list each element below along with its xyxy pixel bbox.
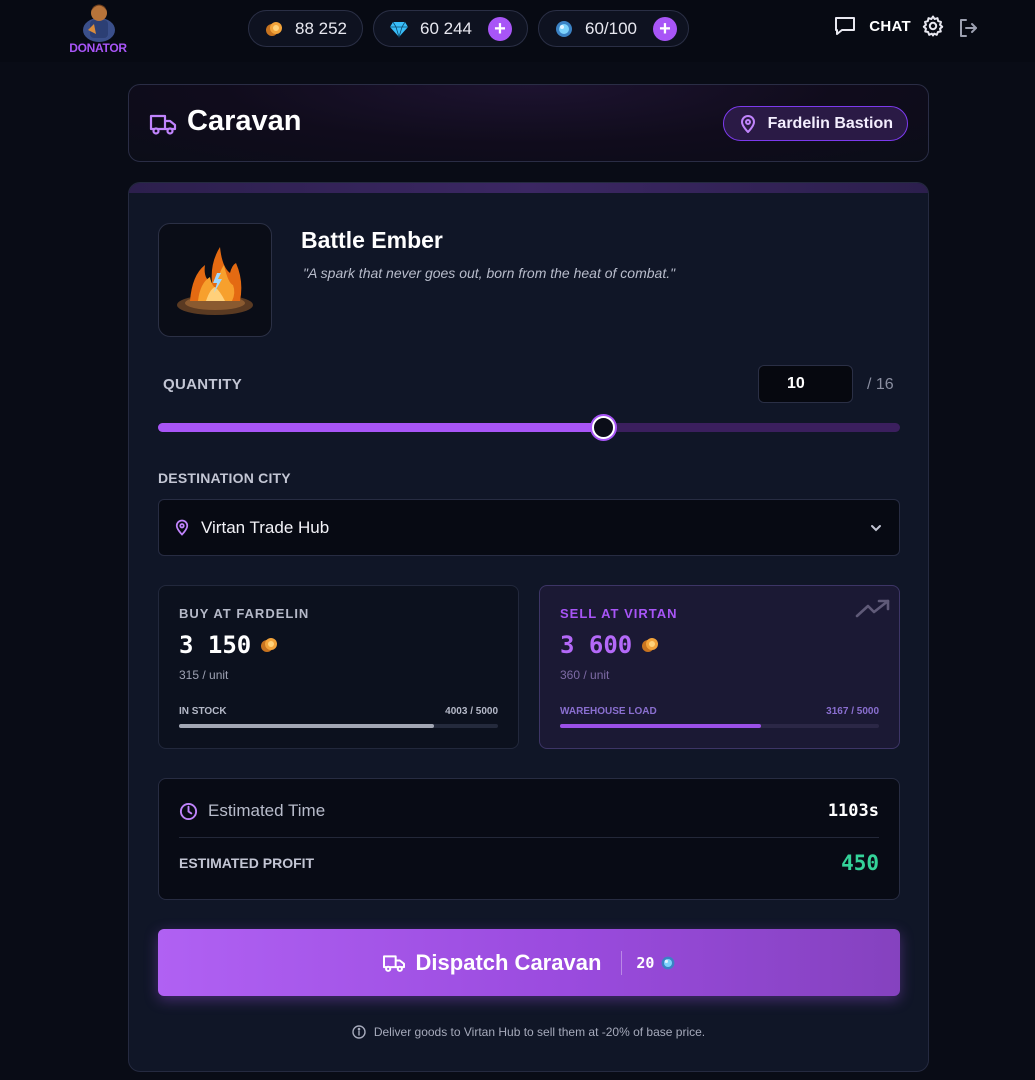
gold-counter: 88 252 xyxy=(248,10,363,47)
stock-bar xyxy=(179,724,498,728)
current-location-badge[interactable]: Fardelin Bastion xyxy=(722,106,908,141)
dispatch-caravan-button[interactable]: Dispatch Caravan 20 xyxy=(158,929,900,996)
truck-icon xyxy=(149,114,177,135)
caravan-header: Caravan Fardelin Bastion xyxy=(128,84,929,162)
dispatch-separator xyxy=(621,950,623,975)
warehouse-bar-labels: WAREHOUSE LOAD 3167 / 5000 xyxy=(560,706,879,717)
trip-summary: Estimated Time 1103s ESTIMATED PROFIT 45… xyxy=(158,778,900,900)
add-gems-button[interactable]: + xyxy=(488,16,512,41)
logout-icon[interactable] xyxy=(957,17,979,39)
top-bar: DONATOR 88 252 60 244 + 60/100 + CHAT xyxy=(0,0,1035,62)
gold-coin-icon xyxy=(642,638,659,652)
estimated-profit-row: ESTIMATED PROFIT 450 xyxy=(179,851,879,875)
quantity-input[interactable]: 10 xyxy=(758,365,853,403)
warehouse-label: WAREHOUSE LOAD xyxy=(560,706,657,717)
energy-counter: 60/100 + xyxy=(538,10,689,47)
buy-total-value: 3 150 xyxy=(179,631,252,659)
location-pin-icon xyxy=(740,114,755,133)
estimated-profit-label: ESTIMATED PROFIT xyxy=(179,855,315,871)
gold-coin-icon xyxy=(261,638,278,652)
destination-select[interactable]: Virtan Trade Hub xyxy=(158,499,900,556)
gold-coin-icon xyxy=(263,18,285,40)
info-note: Deliver goods to Virtan Hub to sell them… xyxy=(129,1025,928,1039)
estimated-time-label: Estimated Time xyxy=(208,801,326,820)
stock-bar-labels: IN STOCK 4003 / 5000 xyxy=(179,706,498,717)
energy-value: 60/100 xyxy=(585,18,637,38)
gem-icon xyxy=(388,18,410,40)
buy-title: BUY AT FARDELIN xyxy=(179,606,310,621)
energy-orb-icon xyxy=(662,956,675,969)
avatar[interactable]: DONATOR xyxy=(66,0,130,58)
chevron-down-icon xyxy=(871,525,881,532)
sell-card: SELL AT VIRTAN 3 600 360 / unit WAREHOUS… xyxy=(539,585,900,749)
stock-value: 4003 / 5000 xyxy=(445,706,498,717)
panel-accent-strip xyxy=(129,183,928,193)
donator-badge: DONATOR xyxy=(69,41,127,55)
info-icon xyxy=(352,1025,366,1039)
clock-icon xyxy=(179,802,198,820)
top-actions: CHAT xyxy=(833,14,945,38)
dispatch-label: Dispatch Caravan xyxy=(415,949,602,975)
sell-total: 3 600 xyxy=(560,631,879,659)
estimated-profit-value: 450 xyxy=(841,851,879,875)
quantity-slider[interactable] xyxy=(158,416,900,439)
location-pin-icon xyxy=(175,519,189,536)
warehouse-bar xyxy=(560,724,879,728)
warehouse-bar-fill xyxy=(560,724,761,728)
item-image xyxy=(158,223,272,337)
quantity-label: QUANTITY xyxy=(163,376,243,393)
warehouse-value: 3167 / 5000 xyxy=(826,706,879,717)
quantity-slider-fill xyxy=(158,423,603,432)
buy-total: 3 150 xyxy=(179,631,498,659)
gear-icon[interactable] xyxy=(921,14,945,38)
stock-label: IN STOCK xyxy=(179,706,227,717)
hero-portrait-icon xyxy=(83,4,115,42)
trending-up-icon xyxy=(855,599,890,618)
chat-icon[interactable] xyxy=(833,14,857,38)
page-title: Caravan xyxy=(187,105,302,137)
sell-unit-price: 360 / unit xyxy=(560,668,610,682)
info-note-text: Deliver goods to Virtan Hub to sell them… xyxy=(373,1025,706,1039)
sell-total-value: 3 600 xyxy=(560,631,633,659)
caravan-panel: Battle Ember "A spark that never goes ou… xyxy=(128,182,929,1072)
gold-value: 88 252 xyxy=(295,18,347,38)
estimated-time-row: Estimated Time 1103s xyxy=(179,799,879,823)
battle-ember-icon xyxy=(177,247,253,315)
add-energy-button[interactable]: + xyxy=(653,16,677,41)
quantity-max: / 16 xyxy=(867,376,894,393)
chat-button[interactable]: CHAT xyxy=(869,18,911,35)
destination-value: Virtan Trade Hub xyxy=(201,517,330,537)
stock-bar-fill xyxy=(179,724,435,728)
item-description: "A spark that never goes out, born from … xyxy=(303,265,676,281)
buy-unit-price: 315 / unit xyxy=(179,668,229,682)
current-location-label: Fardelin Bastion xyxy=(767,114,893,132)
quantity-slider-handle[interactable] xyxy=(591,416,615,439)
estimated-time-value: 1103s xyxy=(827,801,879,821)
gem-value: 60 244 xyxy=(420,18,472,38)
buy-card: BUY AT FARDELIN 3 150 315 / unit IN STOC… xyxy=(158,585,519,749)
dispatch-cost: 20 xyxy=(636,953,655,972)
energy-orb-icon xyxy=(553,18,575,40)
truck-icon xyxy=(382,954,405,972)
summary-divider xyxy=(179,837,879,838)
sell-title: SELL AT VIRTAN xyxy=(560,606,678,621)
destination-label: DESTINATION CITY xyxy=(158,470,291,486)
gem-counter: 60 244 + xyxy=(373,10,528,47)
item-name: Battle Ember xyxy=(301,227,443,253)
